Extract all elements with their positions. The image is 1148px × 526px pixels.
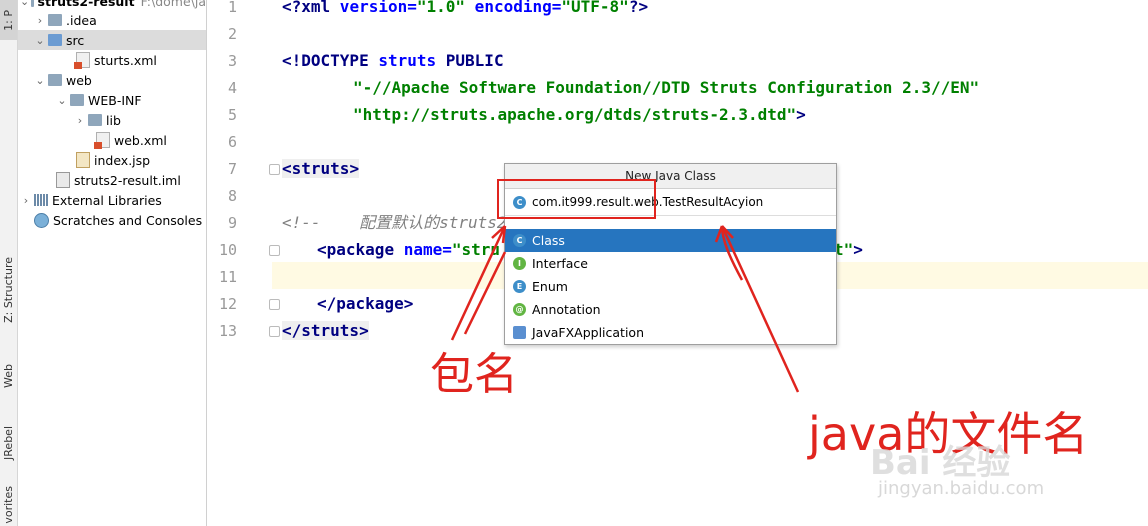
- arrow-to-package: [450, 225, 507, 341]
- arrow-to-filename: [720, 225, 800, 393]
- watermark-url: jingyan.baidu.com: [878, 478, 1045, 499]
- arrow-to-package-2: [463, 251, 507, 335]
- watermark-logo: Bai 经验: [870, 443, 1011, 483]
- package-annotation: 包名: [430, 349, 518, 400]
